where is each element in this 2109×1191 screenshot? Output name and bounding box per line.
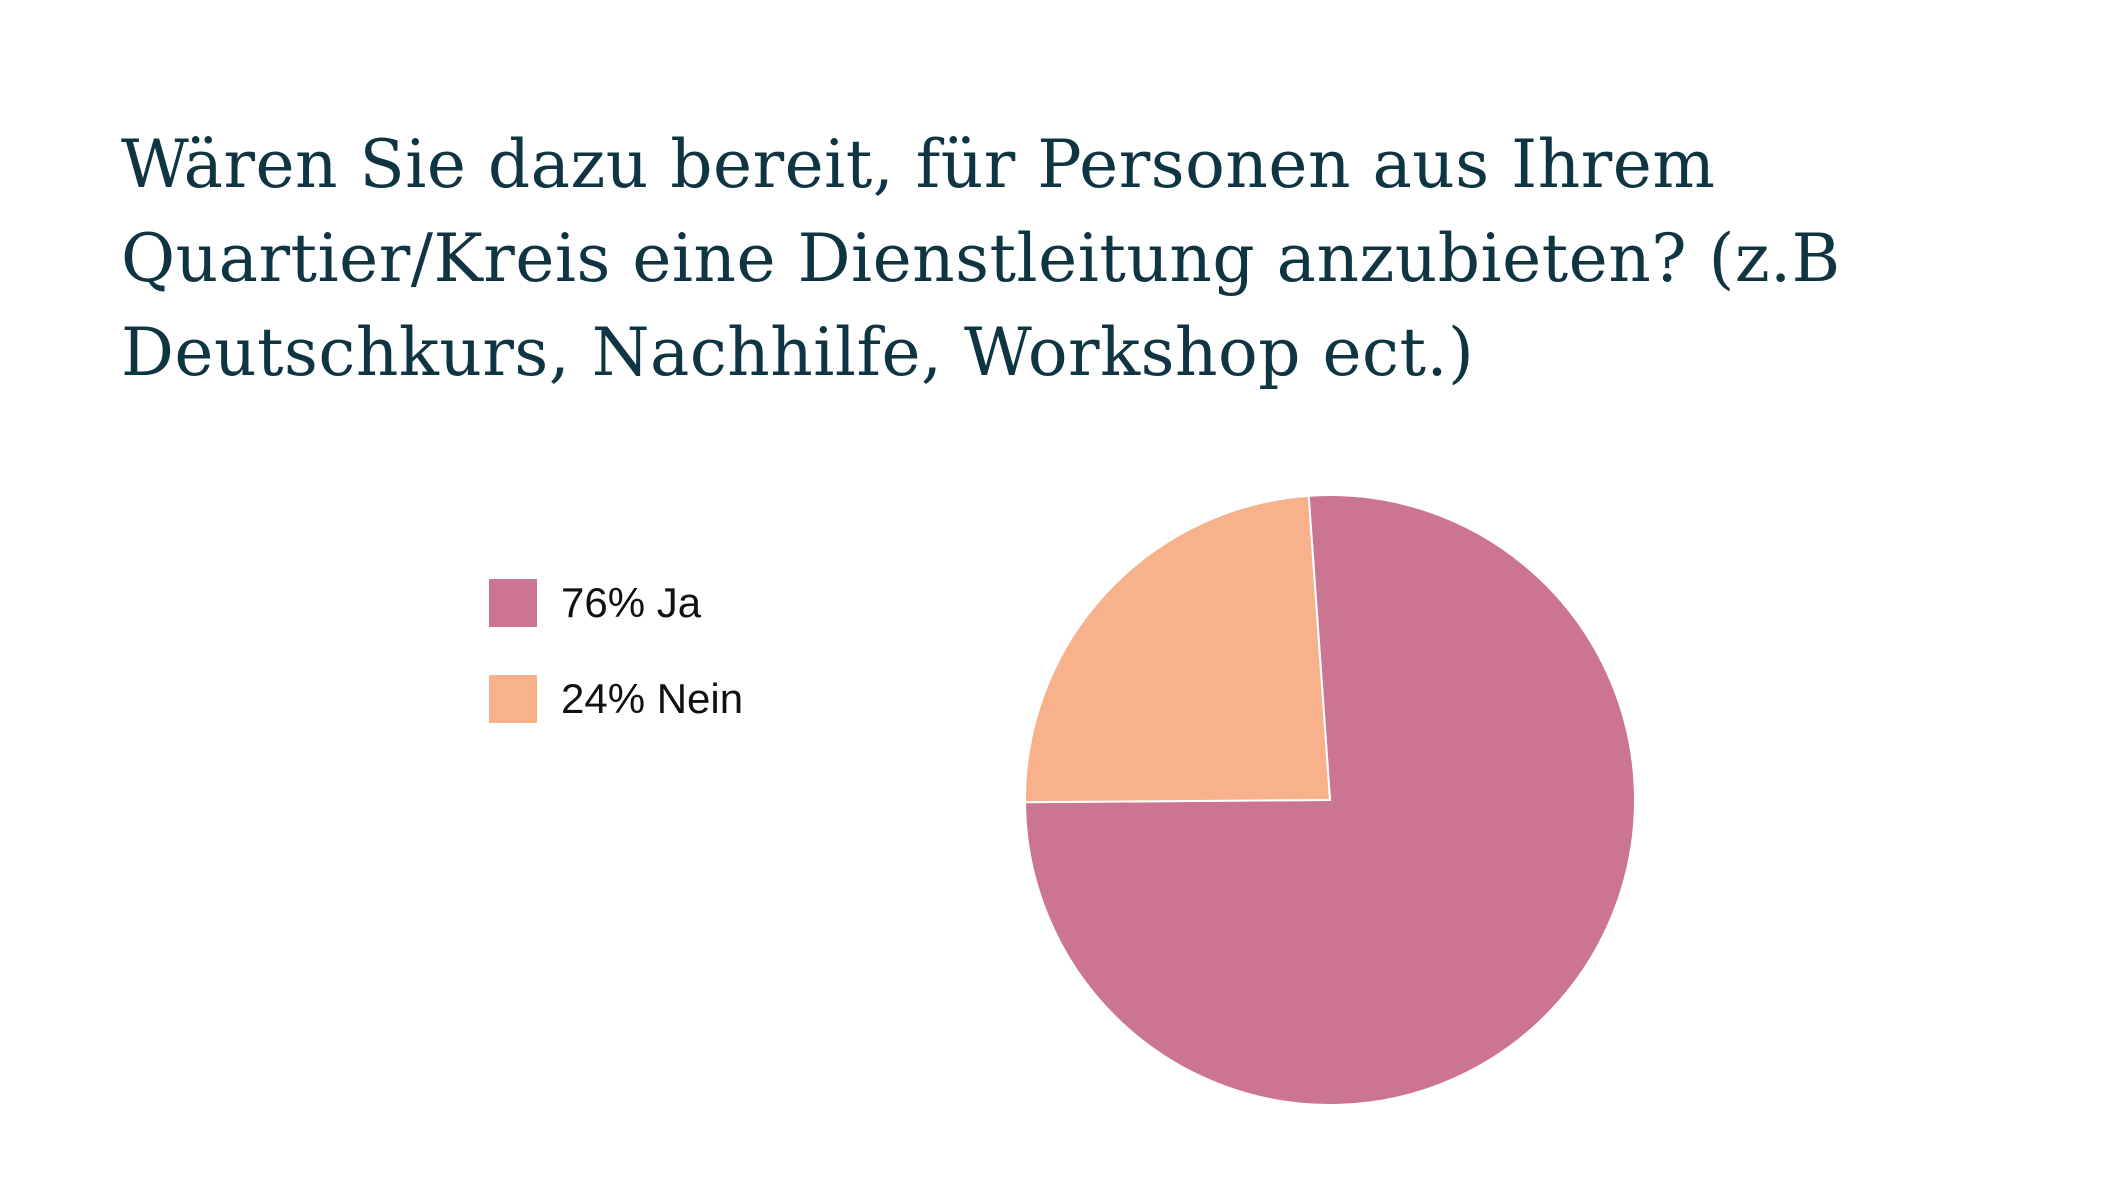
pie-chart-svg — [1023, 494, 1636, 1106]
legend-swatch-nein — [489, 675, 537, 723]
legend-label-ja: 76% Ja — [561, 579, 702, 626]
chart-legend: 76% Ja 24% Nein — [489, 578, 743, 770]
legend-label-nein: 24% Nein — [561, 675, 744, 722]
legend-swatch-ja — [489, 579, 537, 627]
legend-item-ja: 76% Ja — [489, 578, 743, 628]
legend-item-nein: 24% Nein — [489, 674, 743, 724]
page-title: Wären Sie dazu bereit, für Personen aus … — [121, 126, 1841, 391]
pie-slice-nein — [1024, 494, 1332, 804]
pie-chart — [1020, 490, 1640, 1110]
slide: Wären Sie dazu bereit, für Personen aus … — [0, 0, 2109, 1191]
